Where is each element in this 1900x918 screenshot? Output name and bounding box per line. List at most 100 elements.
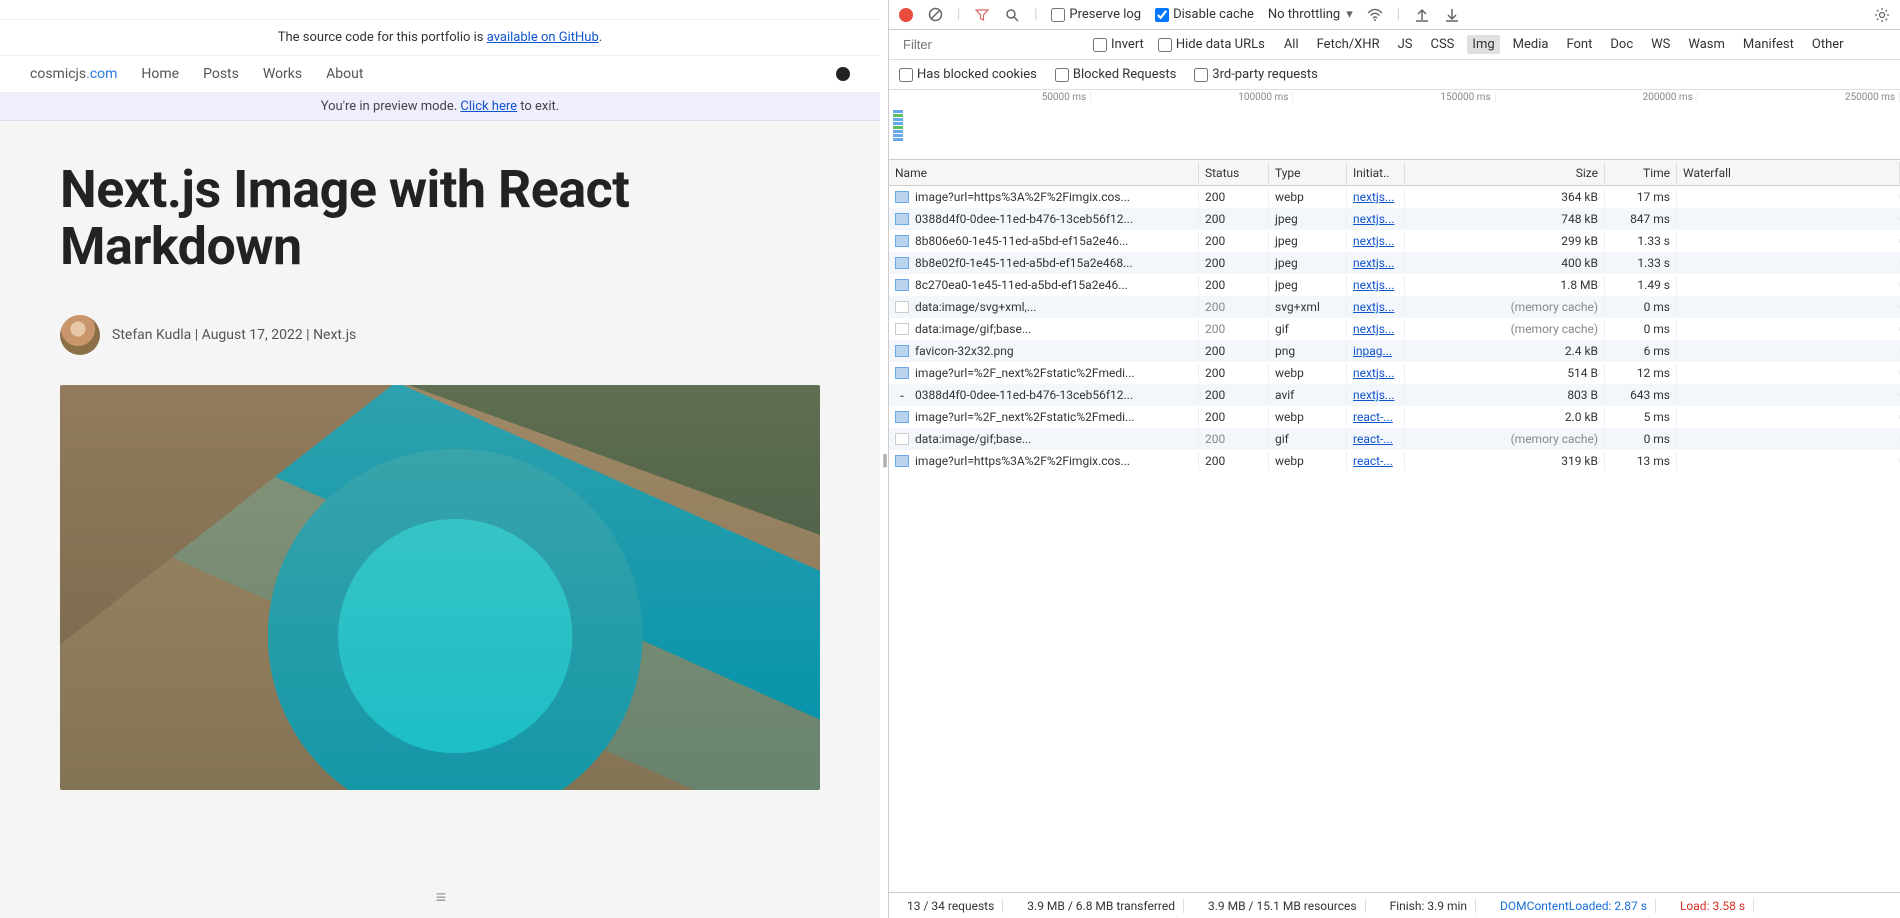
request-initiator[interactable]: inpag... (1347, 342, 1405, 360)
request-initiator[interactable]: react-... (1347, 430, 1405, 448)
tab-doc[interactable]: Doc (1605, 35, 1638, 54)
preserve-log-checkbox[interactable]: Preserve log (1051, 7, 1141, 22)
request-status: 200 (1199, 408, 1269, 426)
throttling-select[interactable]: No throttling (1268, 7, 1353, 22)
col-name[interactable]: Name (889, 162, 1199, 184)
request-time: 1.33 s (1605, 254, 1677, 272)
request-initiator[interactable]: nextjs... (1347, 298, 1405, 316)
request-initiator[interactable]: react-... (1347, 408, 1405, 426)
timeline-tick: 250000 ms (1698, 92, 1900, 102)
drawer-handle-icon[interactable]: ≡ (436, 887, 445, 908)
tab-fetch[interactable]: Fetch/XHR (1312, 35, 1385, 54)
wifi-icon[interactable] (1367, 7, 1383, 23)
nav-about[interactable]: About (326, 66, 363, 82)
brand[interactable]: cosmicjs.com (30, 66, 117, 82)
tab-font[interactable]: Font (1561, 35, 1597, 54)
request-time: 0 ms (1605, 298, 1677, 316)
search-icon[interactable] (1004, 7, 1020, 23)
request-initiator[interactable]: nextjs... (1347, 276, 1405, 294)
request-initiator[interactable]: nextjs... (1347, 188, 1405, 206)
tab-js[interactable]: JS (1393, 35, 1418, 54)
table-row[interactable]: 0388d4f0-0dee-11ed-b476-13ceb56f12...200… (889, 208, 1900, 230)
request-name: data:image/gif;base... (915, 432, 1031, 446)
nav-home[interactable]: Home (141, 66, 179, 82)
file-type-icon (895, 345, 909, 357)
file-type-icon (895, 323, 909, 335)
tab-media[interactable]: Media (1508, 35, 1554, 54)
request-size: 299 kB (1405, 232, 1605, 250)
overview-timeline[interactable]: 50000 ms100000 ms150000 ms200000 ms25000… (889, 90, 1900, 160)
file-type-icon (895, 411, 909, 423)
nav-posts[interactable]: Posts (203, 66, 239, 82)
disable-cache-checkbox[interactable]: Disable cache (1155, 7, 1254, 22)
table-row[interactable]: image?url=%2F_next%2Fstatic%2Fmedi...200… (889, 362, 1900, 384)
invert-checkbox[interactable]: Invert (1093, 37, 1144, 52)
request-initiator[interactable]: nextjs... (1347, 254, 1405, 272)
resource-type-tabs: All Fetch/XHR JS CSS Img Media Font Doc … (1279, 35, 1849, 54)
pane-splitter[interactable]: || (880, 0, 888, 918)
request-initiator[interactable]: nextjs... (1347, 232, 1405, 250)
upload-icon[interactable] (1414, 7, 1430, 23)
hide-data-urls-checkbox[interactable]: Hide data URLs (1158, 37, 1265, 52)
request-size: (memory cache) (1405, 320, 1605, 338)
network-table-body[interactable]: image?url=https%3A%2F%2Fimgix.cos...200w… (889, 186, 1900, 892)
timeline-tick: 200000 ms (1496, 92, 1698, 102)
request-size: 514 B (1405, 364, 1605, 382)
col-type[interactable]: Type (1269, 162, 1347, 184)
request-initiator[interactable]: nextjs... (1347, 320, 1405, 338)
table-row[interactable]: 0388d4f0-0dee-11ed-b476-13ceb56f12...200… (889, 384, 1900, 406)
preview-mode-bar: You're in preview mode. Click here to ex… (0, 93, 880, 121)
download-icon[interactable] (1444, 7, 1460, 23)
blocked-requests-checkbox[interactable]: Blocked Requests (1055, 67, 1176, 82)
table-row[interactable]: favicon-32x32.png200pnginpag...2.4 kB6 m… (889, 340, 1900, 362)
col-initiator[interactable]: Initiat.. (1347, 162, 1405, 184)
filter-icon[interactable] (974, 7, 990, 23)
tab-all[interactable]: All (1279, 35, 1304, 54)
blocked-cookies-checkbox[interactable]: Has blocked cookies (899, 67, 1037, 82)
article[interactable]: Next.js Image with React Markdown Stefan… (0, 121, 880, 918)
tab-css[interactable]: CSS (1426, 35, 1460, 54)
article-title: Next.js Image with React Markdown (60, 161, 820, 275)
exit-preview-link[interactable]: Click here (460, 99, 517, 114)
request-waterfall (1677, 305, 1900, 309)
col-size[interactable]: Size (1405, 162, 1605, 184)
record-icon[interactable] (899, 8, 913, 22)
table-row[interactable]: data:image/svg+xml,...200svg+xmlnextjs..… (889, 296, 1900, 318)
table-row[interactable]: image?url=%2F_next%2Fstatic%2Fmedi...200… (889, 406, 1900, 428)
tab-other[interactable]: Other (1807, 35, 1849, 54)
request-type: gif (1269, 320, 1347, 338)
filter-input[interactable] (899, 35, 1079, 54)
request-time: 6 ms (1605, 342, 1677, 360)
tab-wasm[interactable]: Wasm (1683, 35, 1730, 54)
request-name: 8b806e60-1e45-11ed-a5bd-ef15a2e46... (915, 234, 1128, 248)
table-row[interactable]: 8b8e02f0-1e45-11ed-a5bd-ef15a2e468...200… (889, 252, 1900, 274)
file-type-icon (895, 257, 909, 269)
table-row[interactable]: 8b806e60-1e45-11ed-a5bd-ef15a2e46...200j… (889, 230, 1900, 252)
third-party-checkbox[interactable]: 3rd-party requests (1194, 67, 1318, 82)
table-row[interactable]: image?url=https%3A%2F%2Fimgix.cos...200w… (889, 450, 1900, 472)
request-initiator[interactable]: react-... (1347, 452, 1405, 470)
clear-icon[interactable] (927, 7, 943, 23)
table-row[interactable]: data:image/gif;base...200gifnextjs...(me… (889, 318, 1900, 340)
tab-img[interactable]: Img (1467, 35, 1499, 54)
col-status[interactable]: Status (1199, 162, 1269, 184)
request-initiator[interactable]: nextjs... (1347, 364, 1405, 382)
table-row[interactable]: 8c270ea0-1e45-11ed-a5bd-ef15a2e46...200j… (889, 274, 1900, 296)
table-row[interactable]: data:image/gif;base...200gifreact-...(me… (889, 428, 1900, 450)
theme-toggle-icon[interactable] (836, 67, 850, 81)
file-type-icon (895, 455, 909, 467)
request-initiator[interactable]: nextjs... (1347, 386, 1405, 404)
nav-works[interactable]: Works (263, 66, 302, 82)
gear-icon[interactable] (1874, 7, 1890, 23)
filter-row: Invert Hide data URLs All Fetch/XHR JS C… (889, 30, 1900, 60)
col-waterfall[interactable]: Waterfall (1677, 162, 1900, 184)
tab-manifest[interactable]: Manifest (1738, 35, 1799, 54)
table-row[interactable]: image?url=https%3A%2F%2Fimgix.cos...200w… (889, 186, 1900, 208)
col-time[interactable]: Time (1605, 162, 1677, 184)
request-type: webp (1269, 364, 1347, 382)
github-link[interactable]: available on GitHub (487, 30, 599, 45)
request-time: 1.33 s (1605, 232, 1677, 250)
status-load: Load: 3.58 s (1672, 899, 1754, 913)
tab-ws[interactable]: WS (1646, 35, 1675, 54)
request-initiator[interactable]: nextjs... (1347, 210, 1405, 228)
